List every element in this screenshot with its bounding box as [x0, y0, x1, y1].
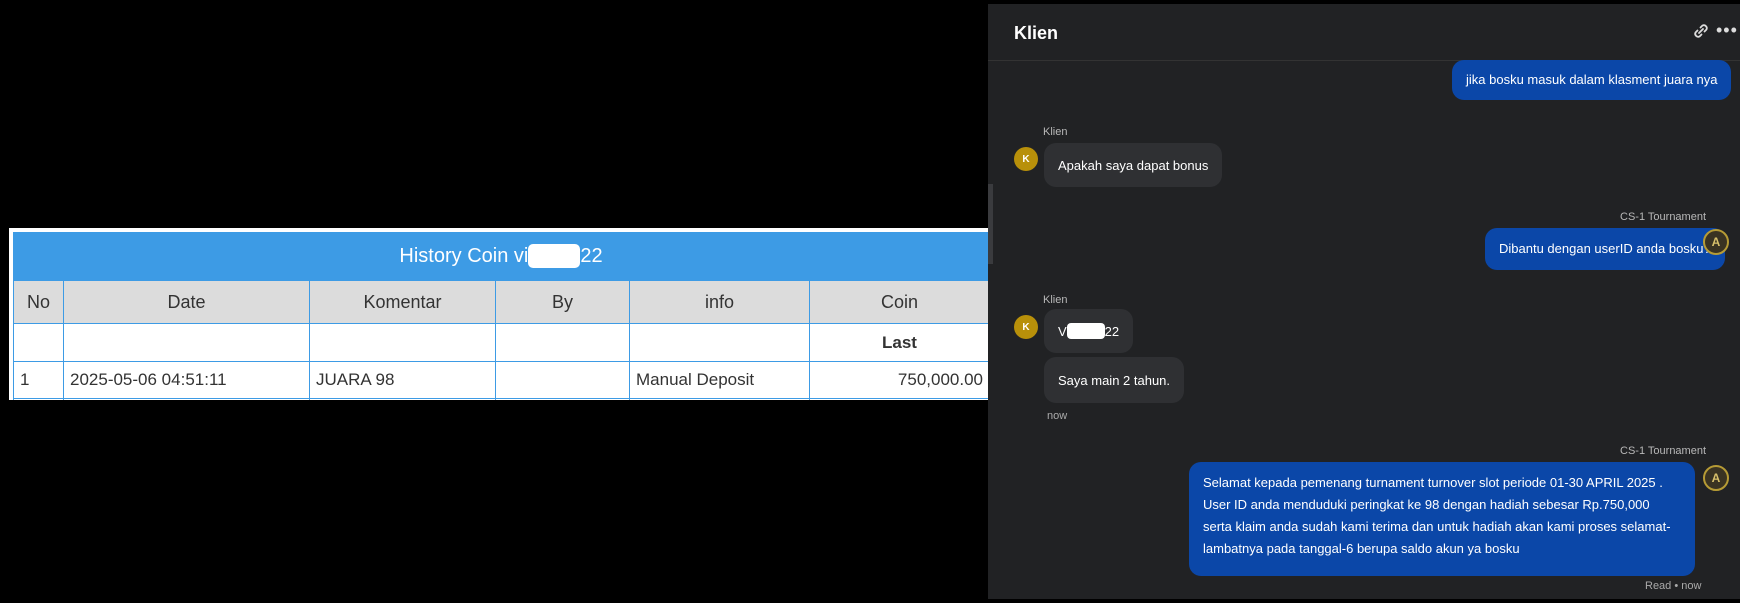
message-text: Apakah saya dapat bonus	[1058, 157, 1209, 173]
more-icon[interactable]: •••	[1716, 20, 1738, 41]
empty-cell	[63, 323, 310, 362]
sender-label: Klien	[1043, 126, 1068, 138]
message-text: Selamat kepada pemenang turnament turnov…	[1203, 475, 1671, 556]
message-text-suffix: 22	[1104, 323, 1120, 339]
message-status: Read • now	[1645, 580, 1702, 592]
col-header-date[interactable]: Date	[63, 280, 310, 324]
link-icon[interactable]	[1690, 20, 1712, 42]
message-text: Saya main 2 tahun.	[1058, 372, 1171, 388]
coin-subheader-last: Last	[809, 323, 989, 362]
avatar-letter: K	[1022, 153, 1030, 165]
col-header-by[interactable]: By	[495, 280, 630, 324]
cell-coin: 750,000.00	[809, 361, 989, 399]
cs-avatar-icon: A	[1703, 465, 1729, 491]
table-header-row: No Date Komentar By info Coin	[13, 280, 989, 324]
empty-cell	[309, 398, 496, 400]
cell-by	[495, 361, 630, 399]
col-header-no[interactable]: No	[13, 280, 64, 324]
empty-cell	[309, 323, 496, 362]
col-header-info[interactable]: info	[629, 280, 810, 324]
empty-cell	[629, 323, 810, 362]
empty-cell	[63, 398, 310, 400]
empty-cell	[13, 398, 64, 400]
chat-title: Klien	[1014, 23, 1059, 43]
avatar: K	[1014, 147, 1038, 171]
message-bubble-incoming: Apakah saya dapat bonus	[1044, 143, 1223, 187]
cell-no: 1	[13, 361, 64, 399]
message-bubble-outgoing: Selamat kepada pemenang turnament turnov…	[1189, 462, 1695, 576]
col-header-coin[interactable]: Coin	[809, 280, 989, 324]
empty-cell	[495, 323, 630, 362]
avatar: K	[1014, 315, 1038, 339]
history-title-prefix: History Coin vi	[399, 244, 529, 267]
message-bubble-incoming: V 22	[1044, 309, 1134, 353]
history-coin-panel: History Coin vi 22 No Date Komentar By i…	[9, 228, 989, 400]
table-row: 1 2025-05-06 04:51:11 JUARA 98 Manual De…	[13, 361, 989, 399]
message-text: Dibantu dengan userID anda bosku?	[1499, 241, 1711, 256]
empty-cell	[495, 398, 630, 400]
empty-cell	[13, 323, 64, 362]
message-bubble-incoming: Saya main 2 tahun.	[1044, 357, 1185, 403]
redaction-box	[1066, 323, 1105, 339]
redaction-box	[528, 244, 581, 268]
cell-komentar: JUARA 98	[309, 361, 496, 399]
message-bubble-outgoing: jika bosku masuk dalam klasment juara ny…	[1452, 60, 1732, 100]
table-row-partial	[13, 398, 989, 400]
chat-header: Klien •••	[988, 4, 1740, 61]
history-title-suffix: 22	[580, 244, 603, 267]
history-title: History Coin vi 22	[13, 232, 989, 280]
message-time: now	[1047, 410, 1068, 422]
cell-info: Manual Deposit	[629, 361, 810, 399]
message-bubble-outgoing: Dibantu dengan userID anda bosku?	[1485, 228, 1725, 270]
empty-cell	[809, 398, 989, 400]
sender-label: CS-1 Tournament	[1620, 445, 1707, 457]
col-header-komentar[interactable]: Komentar	[309, 280, 496, 324]
message-text-prefix: V	[1058, 323, 1067, 339]
table-subheader-row: Last	[13, 323, 989, 362]
avatar-letter: K	[1022, 321, 1030, 333]
history-table: No Date Komentar By info Coin Last 1 202…	[13, 280, 989, 400]
chat-panel: Klien ••• jika bosku masuk dalam klasmen…	[988, 4, 1740, 599]
empty-cell	[629, 398, 810, 400]
sender-label: Klien	[1043, 294, 1068, 306]
sender-label: CS-1 Tournament	[1620, 211, 1707, 223]
cell-date: 2025-05-06 04:51:11	[63, 361, 310, 399]
scrollbar[interactable]	[988, 184, 993, 264]
message-text: jika bosku masuk dalam klasment juara ny…	[1466, 72, 1718, 87]
cs-avatar-icon: A	[1703, 229, 1729, 255]
